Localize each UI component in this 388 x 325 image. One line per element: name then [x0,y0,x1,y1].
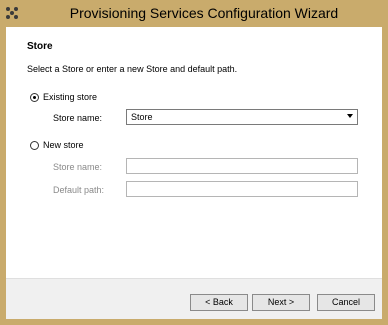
new-store-radio[interactable]: New store [30,140,84,150]
back-button[interactable]: < Back [190,294,248,311]
wizard-window: Provisioning Services Configuration Wiza… [0,0,388,325]
page-description: Select a Store or enter a new Store and … [27,64,238,74]
store-page: Store Select a Store or enter a new Stor… [6,27,382,278]
existing-store-name-select[interactable]: Store [126,109,358,125]
chevron-down-icon[interactable] [347,114,353,118]
next-button[interactable]: Next > [252,294,310,311]
button-bar: < Back Next > Cancel [6,278,382,319]
title-bar[interactable]: Provisioning Services Configuration Wiza… [0,0,388,27]
window-title: Provisioning Services Configuration Wiza… [69,5,339,21]
new-store-name-label: Store name: [53,162,103,172]
radio-unchecked-icon[interactable] [30,140,39,150]
new-store-name-input[interactable] [126,158,358,174]
existing-store-label: Existing store [43,92,98,102]
page-title: Store [27,41,53,52]
radio-checked-icon[interactable] [30,92,39,102]
default-path-label: Default path: [53,185,105,195]
existing-store-name-label: Store name: [53,113,103,123]
existing-store-radio[interactable]: Existing store [30,92,97,102]
wizard-client-area: Store Select a Store or enter a new Stor… [6,27,382,319]
new-store-label: New store [43,140,84,150]
existing-store-name-value: Store [131,112,153,122]
default-path-input[interactable] [126,181,358,197]
cancel-button[interactable]: Cancel [317,294,375,311]
